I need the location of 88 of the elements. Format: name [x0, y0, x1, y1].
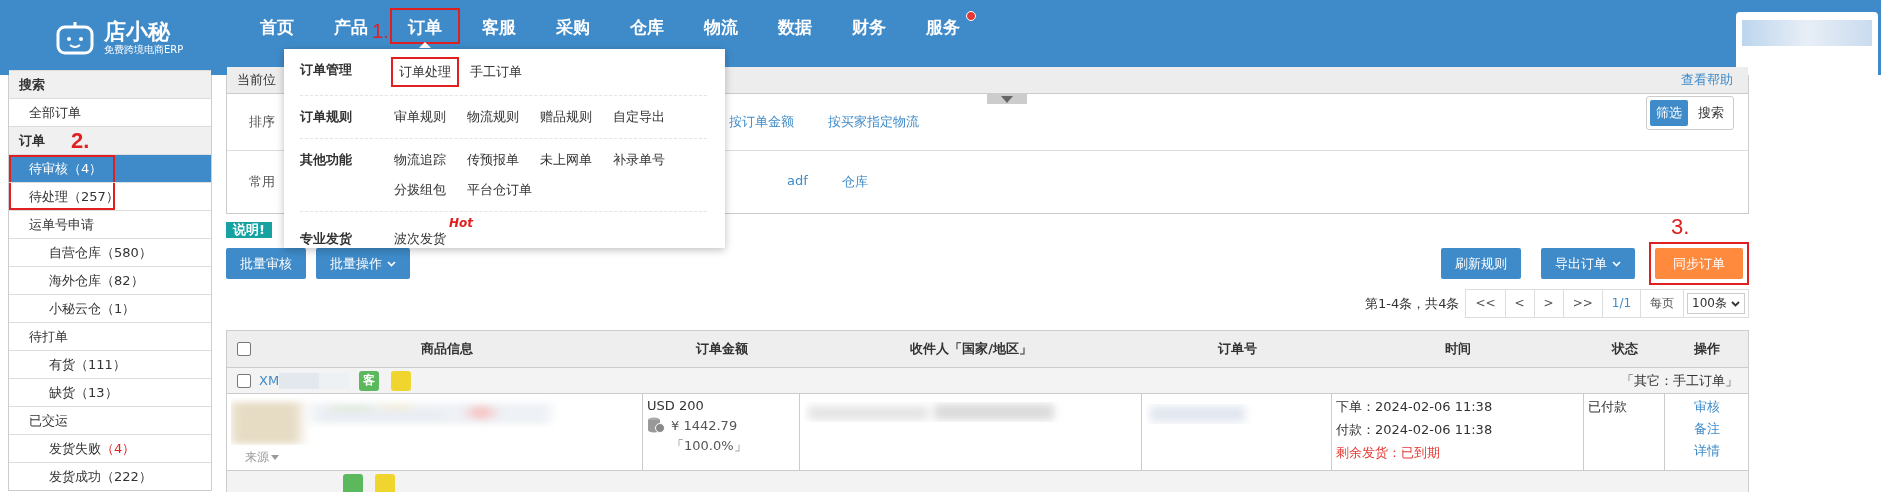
status-text: 已付款: [1588, 398, 1628, 416]
menu-item[interactable]: 物流追踪: [391, 147, 456, 173]
column-header: 操作: [1692, 340, 1721, 358]
menu-item[interactable]: 传预报单: [464, 147, 529, 173]
sidebar-heading: 搜索: [9, 70, 211, 98]
nav-item[interactable]: 服务: [914, 8, 972, 48]
coins-icon: [647, 417, 665, 433]
sidebar-item[interactable]: 发货失败（4）: [9, 434, 211, 462]
column-header: 收件人「国家/地区」: [909, 340, 1033, 358]
per-page-select[interactable]: 100条: [1687, 293, 1745, 314]
nav-item[interactable]: 客服: [470, 8, 528, 48]
column-header: 商品信息: [420, 340, 474, 358]
nav-item[interactable]: 财务: [840, 8, 898, 48]
filter-label: 常用: [248, 173, 276, 191]
chevron-down-icon: [1612, 260, 1621, 267]
sidebar-item[interactable]: 海外仓库（82）: [9, 266, 211, 294]
menu-item[interactable]: 审单规则: [391, 104, 456, 130]
action-button[interactable]: 导出订单: [1541, 248, 1635, 279]
menu-item[interactable]: 自定导出: [610, 104, 675, 130]
order-tag: 客: [359, 370, 380, 391]
breadcrumb-label: 当前位: [237, 71, 276, 89]
logo-tagline: 免费跨境电商ERP: [104, 43, 184, 56]
logo-name: 店小秘: [104, 19, 172, 44]
time-text: 付款：2024-02-06 11:38: [1336, 421, 1494, 439]
sidebar-item[interactable]: 自营仓库（580）: [9, 238, 211, 266]
nav-item[interactable]: 订单: [390, 8, 460, 48]
sidebar-item[interactable]: 待打单: [9, 322, 211, 350]
column-header: 订单号: [1216, 340, 1258, 358]
sidebar-item[interactable]: 发货成功（222）: [9, 462, 211, 490]
time-text: 下单：2024-02-06 11:38: [1336, 398, 1494, 416]
filter-option[interactable]: 按买家指定物流: [828, 113, 919, 131]
menu-group-label: 专业发货: [300, 230, 353, 248]
filter-option[interactable]: 仓库: [841, 173, 868, 191]
menu-item[interactable]: 平台仓订单: [464, 177, 535, 203]
filter-label: 排序: [248, 113, 276, 131]
robot-logo-icon: [54, 20, 96, 55]
menu-item[interactable]: 订单处理: [391, 57, 459, 87]
chevron-down-icon: [1731, 300, 1740, 307]
row-action-link[interactable]: 详情: [1693, 442, 1720, 460]
menu-item[interactable]: 分拨组包: [391, 177, 456, 203]
menu-item[interactable]: 手工订单: [467, 59, 532, 85]
annotation-number: 1.: [372, 20, 389, 43]
menu-item[interactable]: 补录单号: [610, 147, 675, 173]
page-summary: 第1-4条，共4条: [1364, 294, 1460, 313]
nav-item[interactable]: 首页: [248, 8, 306, 48]
action-button[interactable]: 批量审核: [226, 248, 306, 279]
cny-amount: ¥ 1442.79: [671, 417, 738, 433]
column-header: 状态: [1610, 340, 1639, 358]
chevron-down-icon: [387, 260, 396, 267]
column-header: 订单金额: [694, 340, 749, 358]
nav-item[interactable]: 采购: [544, 8, 602, 48]
sidebar-item[interactable]: 有货（111）: [9, 350, 211, 378]
filter-option[interactable]: adf: [787, 173, 808, 191]
nav-item[interactable]: 仓库: [618, 8, 676, 48]
menu-item[interactable]: 物流规则: [464, 104, 529, 130]
action-button[interactable]: 刷新规则: [1441, 248, 1521, 279]
annotation-number: 3.: [1671, 214, 1690, 240]
sidebar-item[interactable]: 已交运: [9, 406, 211, 434]
nav-item[interactable]: 数据: [766, 8, 824, 48]
menu-item[interactable]: 未上网单: [537, 147, 602, 173]
sidebar-item[interactable]: 运单号申请: [9, 210, 211, 238]
column-header: 时间: [1444, 340, 1472, 358]
menu-group-label: 订单管理: [300, 61, 353, 79]
row-checkbox[interactable]: [237, 373, 251, 388]
annotation-number: 2.: [71, 127, 90, 155]
menu-group-label: 其他功能: [300, 151, 353, 169]
order-source-note: 「其它：手工订单」: [1621, 371, 1738, 390]
mode-tab[interactable]: 筛选: [1650, 100, 1688, 126]
menu-item[interactable]: 赠品规则: [537, 104, 602, 130]
select-all-checkbox[interactable]: [237, 342, 251, 356]
row-action-link[interactable]: 备注: [1693, 420, 1720, 438]
sidebar-item[interactable]: 缺货（13）: [9, 378, 211, 406]
menu-group-label: 订单规则: [300, 108, 353, 126]
caret-icon: [271, 455, 279, 460]
sidebar-item[interactable]: 小秘云仓（1）: [9, 294, 211, 322]
collapse-handle[interactable]: [987, 94, 1027, 104]
sidebar-item[interactable]: 待处理（257）: [9, 182, 211, 210]
row-action-link[interactable]: 审核: [1693, 398, 1720, 416]
hot-label: Hot: [448, 216, 473, 230]
order-amount: USD 200: [647, 398, 705, 413]
nav-item[interactable]: 物流: [692, 8, 750, 48]
sidebar-heading: 订单 2.: [9, 126, 211, 154]
action-button[interactable]: 批量操作: [316, 248, 410, 279]
sidebar-item[interactable]: 待审核（4）: [9, 154, 211, 182]
deadline-text: 剩余发货：已到期: [1336, 444, 1441, 462]
ratio-text: 「100.0%」: [670, 437, 748, 455]
filter-option[interactable]: 按订单金额: [729, 113, 794, 131]
notice-badge: 说明!: [226, 222, 272, 238]
